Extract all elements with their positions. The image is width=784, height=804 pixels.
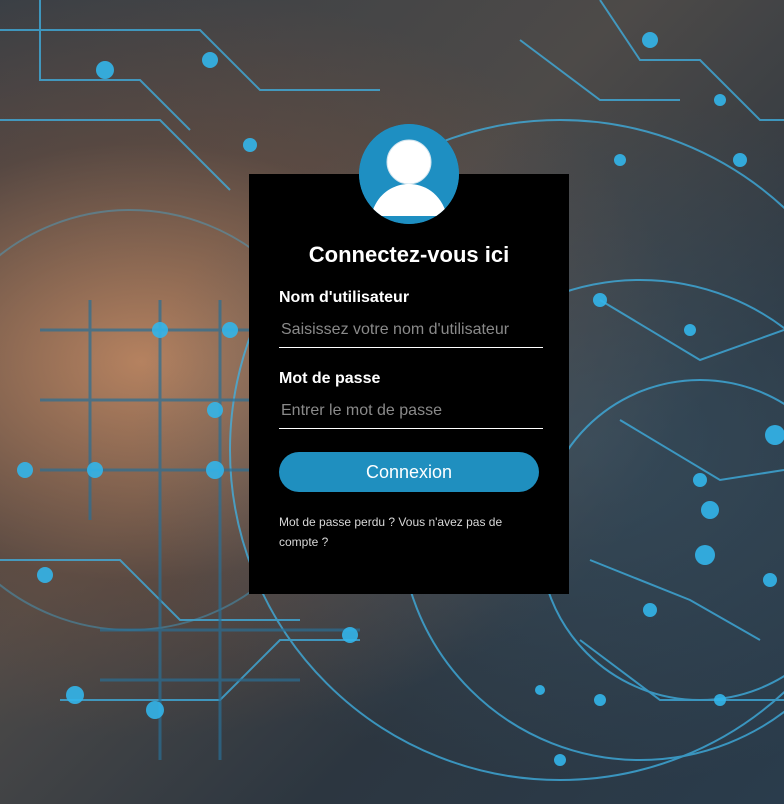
password-input[interactable] xyxy=(279,393,543,429)
help-links: Mot de passe perdu ? Vous n'avez pas de … xyxy=(279,512,539,552)
login-card: Connectez-vous ici Nom d'utilisateur Mot… xyxy=(249,174,569,594)
forgot-password-link[interactable]: Mot de passe perdu ? xyxy=(279,515,395,529)
user-avatar-icon xyxy=(359,124,459,224)
login-button[interactable]: Connexion xyxy=(279,452,539,492)
password-label: Mot de passe xyxy=(279,370,381,387)
username-label: Nom d'utilisateur xyxy=(279,289,410,306)
login-title: Connectez-vous ici xyxy=(308,242,510,267)
username-input[interactable] xyxy=(279,312,543,348)
